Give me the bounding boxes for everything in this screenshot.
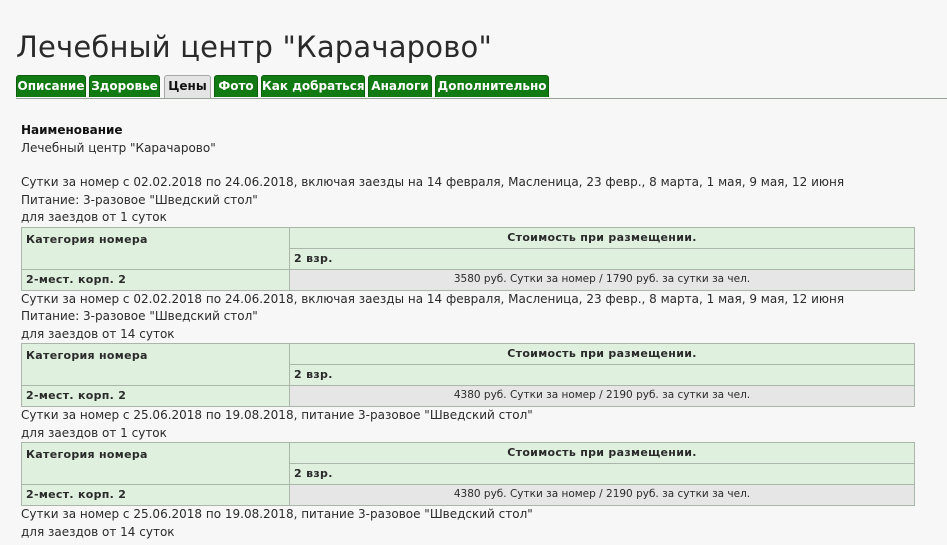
period-text: Сутки за номер с 25.06.2018 по 19.08.201…: [21, 408, 533, 422]
period-text: Сутки за номер с 02.02.2018 по 24.06.201…: [21, 175, 845, 189]
tab-bar: Описание Здоровье Цены Фото Как добратьс…: [16, 75, 947, 99]
room-category: 2-мест. корп. 2: [21, 268, 290, 291]
stay-text: для заездов от 1 суток: [21, 210, 167, 224]
room-category: 2-мест. корп. 2: [21, 385, 290, 407]
tab-photo[interactable]: Фото: [214, 75, 258, 97]
tab-directions[interactable]: Как добраться: [261, 75, 365, 97]
tab-analogs[interactable]: Аналоги: [368, 75, 432, 97]
category-header: Категория номера: [21, 226, 290, 270]
cost-header: Стоимость при размещении.: [289, 442, 915, 464]
category-header: Категория номера: [21, 343, 290, 386]
price-table: Категория номера Стоимость при размещени…: [21, 442, 915, 506]
price-value: 4380 руб. Сутки за номер / 2190 руб. за …: [289, 385, 915, 407]
tab-prices[interactable]: Цены: [164, 75, 211, 98]
cost-header: Стоимость при размещении.: [289, 226, 915, 249]
stay-text: для заездов от 14 суток: [21, 524, 175, 539]
stay-text: для заездов от 14 суток: [21, 326, 175, 341]
name-value: Лечебный центр "Карачарово": [21, 140, 216, 155]
period-text: Сутки за номер с 25.06.2018 по 19.08.201…: [21, 507, 533, 521]
meals-text: Питание: 3-разовое "Шведский стол": [21, 192, 258, 207]
adults-header: 2 взр.: [289, 463, 915, 485]
meals-text: Питание: 3-разовое "Шведский стол": [21, 309, 258, 323]
adults-header: 2 взр.: [289, 364, 915, 386]
tab-description[interactable]: Описание: [16, 75, 86, 97]
price-value: 4380 руб. Сутки за номер / 2190 руб. за …: [289, 484, 915, 506]
price-table: Категория номера Стоимость при размещени…: [21, 343, 915, 407]
room-category: 2-мест. корп. 2: [21, 484, 290, 506]
price-value: 3580 руб. Сутки за номер / 1790 руб. за …: [289, 268, 915, 291]
prices-content: Наименование Лечебный центр "Карачарово"…: [21, 122, 916, 541]
category-header: Категория номера: [21, 442, 290, 485]
name-label: Наименование: [21, 123, 123, 137]
cost-header: Стоимость при размещении.: [289, 343, 915, 365]
price-table: Категория номера Стоимость при размещени…: [21, 226, 915, 291]
tab-health[interactable]: Здоровье: [89, 75, 160, 97]
period-text: Сутки за номер с 02.02.2018 по 24.06.201…: [21, 291, 845, 306]
page-title: Лечебный центр "Карачарово": [16, 30, 492, 64]
tab-additional[interactable]: Дополнительно: [435, 75, 549, 97]
adults-header: 2 взр.: [289, 247, 915, 270]
stay-text: для заездов от 1 суток: [21, 425, 167, 440]
